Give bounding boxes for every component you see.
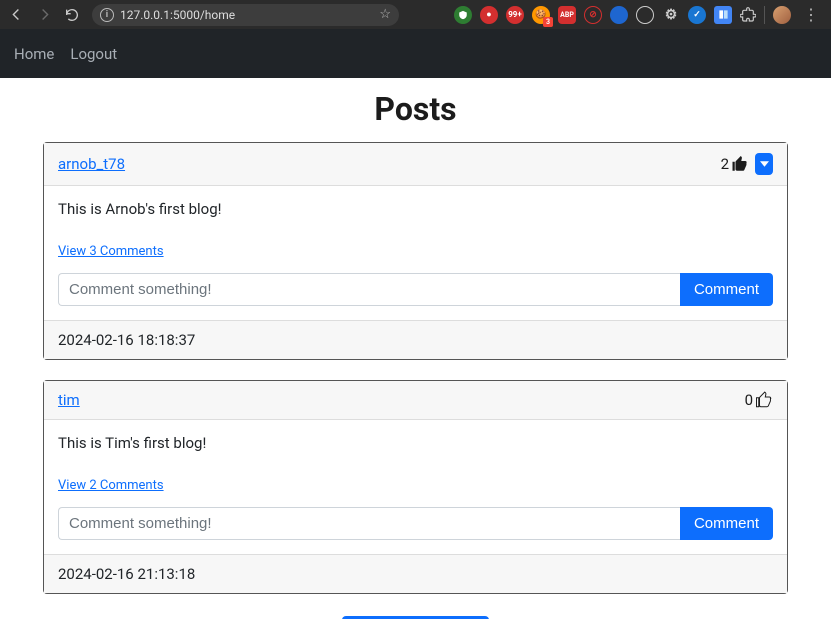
address-bar[interactable]: i 127.0.0.1:5000/home ☆ <box>92 4 399 26</box>
browser-toolbar: i 127.0.0.1:5000/home ☆ ● 99+ 🍪3 ABP ⊘ ⚙… <box>0 0 831 29</box>
extension-icon[interactable]: 🍪3 <box>532 6 550 24</box>
view-comments-link[interactable]: View 2 Comments <box>58 478 164 493</box>
extension-icon[interactable] <box>454 6 472 24</box>
extension-icon[interactable]: 99+ <box>506 6 524 24</box>
url-text: 127.0.0.1:5000/home <box>120 8 373 22</box>
forward-button[interactable] <box>36 7 52 23</box>
back-button[interactable] <box>8 7 24 23</box>
post-options-caret[interactable] <box>755 153 773 175</box>
site-info-icon[interactable]: i <box>100 8 114 22</box>
post-body: This is Tim's first blog! View 2 Comment… <box>44 420 787 554</box>
extension-icon[interactable] <box>610 6 628 24</box>
thumb-up-filled-icon[interactable] <box>731 155 749 173</box>
extension-icon[interactable]: ● <box>480 6 498 24</box>
page-title: Posts <box>43 90 788 128</box>
likes-count: 0 <box>745 391 753 409</box>
comment-submit-button[interactable]: Comment <box>680 273 773 306</box>
post-timestamp: 2024-02-16 18:18:37 <box>44 320 787 359</box>
comment-input[interactable] <box>58 507 680 540</box>
bookmark-star-icon[interactable]: ☆ <box>379 7 391 22</box>
post-author-link[interactable]: tim <box>58 391 80 409</box>
nav-home-link[interactable]: Home <box>14 45 54 63</box>
page-content: Posts arnob_t78 2 This is Arnob's first … <box>0 78 831 619</box>
view-comments-link[interactable]: View 3 Comments <box>58 244 164 259</box>
reload-button[interactable] <box>64 7 80 23</box>
comment-form: Comment <box>58 273 773 306</box>
post-card: arnob_t78 2 This is Arnob's first blog! … <box>43 142 788 360</box>
nav-logout-link[interactable]: Logout <box>70 45 117 63</box>
likes-count: 2 <box>721 155 729 173</box>
extensions-puzzle-icon[interactable] <box>740 7 756 23</box>
extension-icon[interactable]: ✓ <box>688 6 706 24</box>
post-text: This is Arnob's first blog! <box>58 200 773 218</box>
post-header: tim 0 <box>44 381 787 420</box>
extensions-row: ● 99+ 🍪3 ABP ⊘ ⚙ ✓ ⋮ <box>454 5 823 24</box>
likes-group: 0 <box>745 391 773 409</box>
comment-input[interactable] <box>58 273 680 306</box>
post-card: tim 0 This is Tim's first blog! View 2 C… <box>43 380 788 594</box>
app-navbar: Home Logout <box>0 29 831 78</box>
post-header: arnob_t78 2 <box>44 143 787 186</box>
post-text: This is Tim's first blog! <box>58 434 773 452</box>
profile-avatar[interactable] <box>773 6 791 24</box>
separator <box>764 6 765 24</box>
likes-group: 2 <box>721 153 773 175</box>
extension-icon[interactable]: ⚙ <box>662 6 680 24</box>
extension-icon[interactable] <box>636 6 654 24</box>
extension-icon[interactable]: ⊘ <box>584 6 602 24</box>
post-body: This is Arnob's first blog! View 3 Comme… <box>44 186 787 320</box>
post-author-link[interactable]: arnob_t78 <box>58 155 125 173</box>
post-timestamp: 2024-02-16 21:13:18 <box>44 554 787 593</box>
extension-icon[interactable] <box>714 6 732 24</box>
create-post-row: Create a Post <box>43 614 788 619</box>
comment-form: Comment <box>58 507 773 540</box>
thumb-up-outline-icon[interactable] <box>755 391 773 409</box>
extension-icon[interactable]: ABP <box>558 6 576 24</box>
comment-submit-button[interactable]: Comment <box>680 507 773 540</box>
browser-menu-icon[interactable]: ⋮ <box>799 5 823 24</box>
